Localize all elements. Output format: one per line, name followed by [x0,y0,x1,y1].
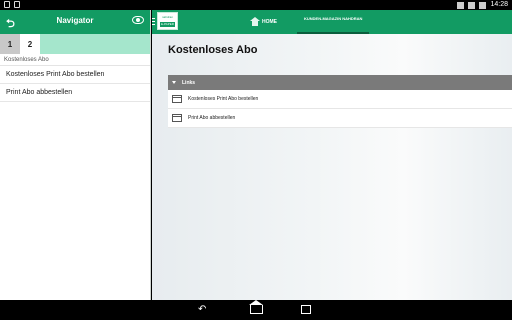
link-label: Print Abo abbestellen [188,115,236,121]
logo-text: nahdran [161,15,173,19]
link-print-abo-bestellen[interactable]: Kostenloses Print Abo bestellen [168,90,512,109]
page-icon [172,114,182,122]
links-header-label: Links [182,79,196,86]
clock: 14:28 [490,1,508,8]
page-title: Kostenloses Abo [168,44,258,56]
wifi-icon [468,1,476,9]
navigator-panel: ⮌ Navigator 1 2 Kostenloses Abo Kostenlo… [0,10,151,300]
status-bar: 14:28 [0,0,512,10]
tab-kunden-magazin[interactable]: KUNDEN-MAGAZIN NAHDRAN [297,10,369,34]
download-notification-icon [14,1,20,8]
link-print-abo-abbestellen[interactable]: Print Abo abbestellen [168,109,512,128]
image-notification-icon [4,1,10,8]
main-content: nahdran E-PAPER HOME KUNDEN-MAGAZIN NAHD… [152,10,512,300]
nahdran-logo[interactable]: nahdran E-PAPER [157,12,178,30]
link-label: Kostenloses Print Abo bestellen [188,96,259,102]
battery-icon [479,1,487,9]
notification-icons [4,1,20,8]
nav-item-print-abo-abbestellen[interactable]: Print Abo abbestellen [0,84,150,102]
back-icon[interactable]: ↶ [198,305,206,315]
recent-apps-icon[interactable] [301,305,311,314]
epaper-badge: E-PAPER [160,22,175,27]
navigator-tabs: 1 2 [0,34,150,54]
eye-icon[interactable] [132,16,144,24]
tab-level-2[interactable]: 2 [20,34,40,54]
page-icon [172,95,182,103]
nav-item-print-abo-bestellen[interactable]: Kostenloses Print Abo bestellen [0,66,150,84]
navigator-header: ⮌ Navigator [0,10,150,34]
bluetooth-icon [457,1,465,9]
top-navigation: nahdran E-PAPER HOME KUNDEN-MAGAZIN NAHD… [152,10,512,34]
links-section: Links Kostenloses Print Abo bestellen Pr… [168,75,512,128]
home-button[interactable]: HOME [250,17,277,26]
home-icon [250,17,260,26]
links-header[interactable]: Links [168,75,512,90]
collapse-triangle-icon [172,81,176,84]
system-status: 14:28 [457,1,508,9]
tab-level-1[interactable]: 1 [0,34,20,54]
menu-icon[interactable] [152,18,155,26]
home-label: HOME [262,18,277,25]
navigator-title: Navigator [56,16,94,25]
breadcrumb: Kostenloses Abo [0,54,150,66]
system-navigation-bar: ↶ [0,300,512,320]
home-icon[interactable] [249,300,263,314]
